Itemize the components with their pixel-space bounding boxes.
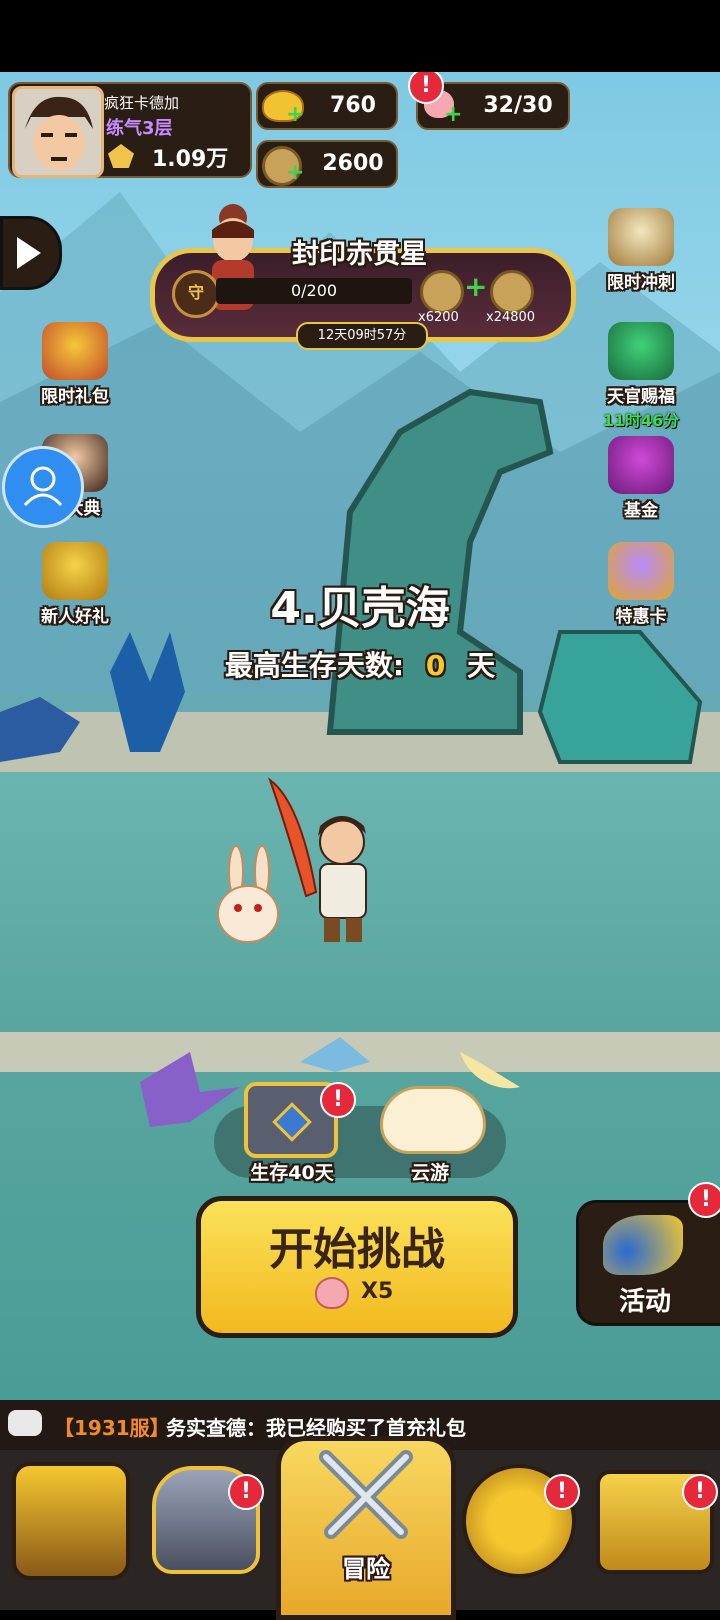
blessing-label: 天官赐福 <box>607 387 675 407</box>
best-survival-label: 最高生存天数: <box>224 649 405 682</box>
event-banner[interactable]: 封印赤贯星 守 0/200 + x6200 x24800 12天09时57分 <box>150 204 576 350</box>
avatar-face-icon <box>15 89 101 175</box>
event-title: 封印赤贯星 <box>292 239 427 270</box>
nav-vault-button[interactable] <box>588 1454 714 1580</box>
chat-server: 【1931服】 <box>54 1416 170 1440</box>
limited-gift-label: 限时礼包 <box>41 387 109 407</box>
activity-label: 活动 <box>619 1287 672 1317</box>
horn-icon <box>603 1215 683 1275</box>
reward-coin-icon-1 <box>420 270 464 314</box>
reward-amount-2: x24800 <box>486 310 536 325</box>
nav-upgrade-button[interactable] <box>452 1454 578 1580</box>
assistant-float-button[interactable] <box>2 446 84 528</box>
palace-icon <box>12 1462 130 1580</box>
upgrade-alert-badge: ! <box>544 1474 580 1510</box>
fund-button[interactable]: 基金 <box>596 436 686 526</box>
activity-alert-badge: ! <box>688 1182 720 1218</box>
blessing-button[interactable]: 天官赐福 11时46分 <box>596 322 686 430</box>
nav-home-button[interactable] <box>4 1454 130 1580</box>
status-bar <box>0 0 720 72</box>
nav-adventure-label: 冒险 <box>342 1555 390 1583</box>
limited-gift-button[interactable]: 限时礼包 <box>30 322 120 412</box>
travel-button[interactable]: 云游 <box>380 1086 490 1186</box>
avatar[interactable] <box>12 86 104 178</box>
start-cost-value: X5 <box>361 1279 394 1304</box>
nav-equipment-button[interactable] <box>140 1454 266 1580</box>
add-stamina-icon[interactable]: + <box>444 104 462 126</box>
start-challenge-button[interactable]: 开始挑战 X5 <box>196 1196 518 1338</box>
crossed-swords-icon <box>319 1450 413 1539</box>
best-survival: 最高生存天数: 0 天 <box>0 644 720 684</box>
stamina-value: 32/30 <box>483 93 553 118</box>
player-power: 1.09万 <box>152 147 229 172</box>
game-scene: 疯狂卡德加 练气3层 1.09万 + 760 + 2600 + 32/30 ! … <box>0 72 720 1400</box>
gold-counter[interactable]: + 760 <box>256 82 398 130</box>
power-icon <box>108 144 134 168</box>
best-survival-value: 0 <box>425 649 446 682</box>
vault-alert-badge: ! <box>682 1474 718 1510</box>
gift-bag-icon <box>42 322 108 380</box>
add-coin-icon[interactable]: + <box>286 162 304 184</box>
side-toggle-button[interactable] <box>0 216 62 290</box>
event-timer: 12天09时57分 <box>296 322 428 350</box>
start-challenge-label: 开始挑战 <box>269 1224 445 1275</box>
event-progress-value: 0/200 <box>290 281 338 300</box>
time-sprint-label: 限时冲刺 <box>607 273 675 293</box>
player-name: 疯狂卡德加 <box>104 94 180 112</box>
coin-counter[interactable]: + 2600 <box>256 140 398 188</box>
reward-amount-1: x6200 <box>418 310 459 325</box>
activity-button[interactable]: 活动 <box>576 1200 720 1326</box>
peach-cost-icon <box>315 1277 349 1309</box>
chat-bubble-icon <box>8 1410 42 1436</box>
gold-value: 760 <box>330 93 376 118</box>
add-gold-icon[interactable]: + <box>286 104 304 126</box>
best-survival-unit: 天 <box>467 649 496 682</box>
cloud-icon <box>380 1086 486 1154</box>
stage-name: 4.贝壳海 <box>270 583 450 634</box>
nav-adventure-button[interactable]: 冒险 <box>276 1436 456 1620</box>
user-icon <box>23 466 63 507</box>
hero-character <box>260 772 390 952</box>
fan-icon <box>608 322 674 380</box>
event-shield-icon: 守 <box>172 270 220 318</box>
fund-chart-icon <box>608 436 674 494</box>
reward-coin-icon-2 <box>490 270 534 314</box>
event-progress-bar: 0/200 <box>216 278 412 304</box>
chest-alert-badge: ! <box>320 1082 356 1118</box>
blessing-timer: 11时46分 <box>602 411 680 430</box>
reward-plus-icon: + <box>464 270 488 303</box>
player-level: 练气3层 <box>106 118 173 139</box>
equipment-alert-badge: ! <box>228 1474 264 1510</box>
time-sprint-button[interactable]: 限时冲刺 <box>596 208 686 298</box>
survival-chest-label: 生存40天 <box>250 1162 334 1184</box>
hourglass-icon <box>608 208 674 266</box>
fund-label: 基金 <box>624 501 658 521</box>
travel-label: 云游 <box>410 1162 449 1184</box>
play-arrow-icon <box>17 237 41 269</box>
player-card[interactable]: 疯狂卡德加 练气3层 1.09万 <box>8 82 252 178</box>
coin-value: 2600 <box>322 151 384 176</box>
